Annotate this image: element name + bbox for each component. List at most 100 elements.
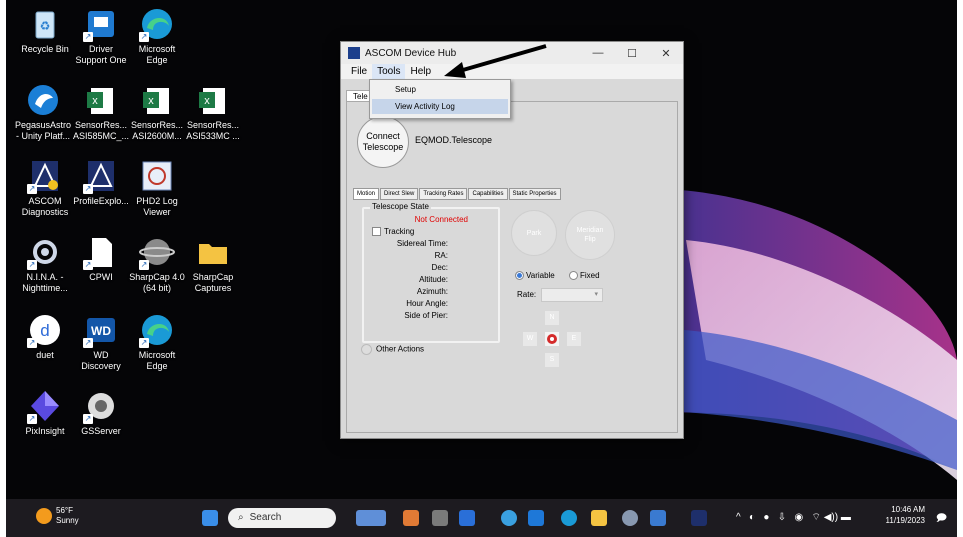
desktop-icon-driver-support[interactable]: ↗ Driver Support One xyxy=(70,6,132,66)
minimize-button[interactable]: — xyxy=(581,47,615,59)
app-icon-1[interactable] xyxy=(403,510,419,526)
desktop-icon-sensor-585[interactable]: x SensorRes... ASI585MC_... xyxy=(70,82,132,142)
rate-select[interactable]: ▾ xyxy=(541,288,603,302)
excel-icon: x xyxy=(83,82,119,118)
phd2-icon xyxy=(139,158,175,194)
taskbar: 56°F Sunny ⌕ Search ^ ◐ ● ⇩ ◉ ⌔ ◀)) ▬ 10:… xyxy=(6,499,957,537)
menu-help[interactable]: Help xyxy=(405,64,436,79)
variable-radio[interactable]: Variable xyxy=(515,271,555,281)
field-side-of-pier: Side of Pier: xyxy=(404,311,448,320)
driver-name: EQMOD.Telescope xyxy=(415,135,493,145)
subtab-tracking-rates[interactable]: Tracking Rates xyxy=(419,188,468,200)
widgets-icon[interactable] xyxy=(356,510,386,526)
desktop-icon-sharpcap[interactable]: ↗ SharpCap 4.0 (64 bit) xyxy=(126,234,188,294)
file-icon: ↗ xyxy=(83,234,119,270)
edge-icon: ↗ xyxy=(139,6,175,42)
pixinsight-icon: ↗ xyxy=(27,388,63,424)
desktop-icon-gsserver[interactable]: ↗ GSServer xyxy=(70,388,132,437)
desktop-icon-wd-discovery[interactable]: WD ↗ WD Discovery xyxy=(70,312,132,372)
other-actions-toggle[interactable]: Other Actions xyxy=(361,344,424,355)
svg-text:x: x xyxy=(92,95,98,107)
north-button[interactable]: N xyxy=(545,311,559,325)
weather-temp: 56°F xyxy=(56,506,73,515)
subtab-motion[interactable]: Motion xyxy=(353,188,380,200)
east-button[interactable]: E xyxy=(567,332,581,346)
desktop-icon-sharpcap-captures[interactable]: SharpCap Captures xyxy=(182,234,244,294)
pegasus-icon xyxy=(25,82,61,118)
wd-icon: WD ↗ xyxy=(83,312,119,348)
subtab-row: Motion Direct Slew Tracking Rates Capabilit… xyxy=(353,182,562,200)
clock-date: 11/19/2023 xyxy=(885,516,925,525)
ascom-profile-icon: ↗ xyxy=(83,158,119,194)
ascom-icon: ↗ xyxy=(27,158,63,194)
desktop-icon-edge-2[interactable]: ↗ Microsoft Edge xyxy=(126,312,188,372)
gsserver-icon: ↗ xyxy=(83,388,119,424)
system-tray[interactable]: ^ ◐ ● ⇩ ◉ ⌔ ◀)) ▬ xyxy=(736,511,851,524)
fixed-radio[interactable]: Fixed xyxy=(569,271,600,281)
annotation-arrow xyxy=(444,44,547,78)
close-button[interactable]: ✕ xyxy=(649,47,683,60)
tracking-checkbox[interactable]: Tracking xyxy=(372,227,414,237)
subtab-direct-slew[interactable]: Direct Slew xyxy=(380,188,419,200)
desktop-icon-recycle-bin[interactable]: ♻ Recycle Bin xyxy=(14,6,76,55)
park-button[interactable]: Park xyxy=(511,210,557,256)
stop-button[interactable] xyxy=(545,332,559,346)
weather-sun-icon xyxy=(36,508,52,524)
desktop-icon-cpwi[interactable]: ↗ CPWI xyxy=(70,234,132,283)
meridian-flip-button[interactable]: Meridian Flip xyxy=(565,210,615,260)
desktop-icon-pixinsight[interactable]: ↗ PixInsight xyxy=(14,388,76,437)
west-button[interactable]: W xyxy=(523,332,537,346)
menu-file[interactable]: File xyxy=(346,64,372,79)
desktop-icon-nina[interactable]: ↗ N.I.N.A. - Nighttime... xyxy=(14,234,76,294)
subtab-static-properties[interactable]: Static Properties xyxy=(508,188,561,200)
app-icon-4[interactable] xyxy=(528,510,544,526)
svg-text:x: x xyxy=(204,95,210,107)
excel-icon: x xyxy=(139,82,175,118)
connect-telescope-button[interactable]: Connect Telescope xyxy=(357,116,409,168)
desktop-icon-duet[interactable]: d ↗ duet xyxy=(14,312,76,361)
desktop-icon-ascom-diagnostics[interactable]: ↗ ASCOM Diagnostics xyxy=(14,158,76,218)
field-ra: RA: xyxy=(434,251,448,260)
clock-time: 10:46 AM xyxy=(891,505,925,514)
teams-icon[interactable] xyxy=(459,510,475,526)
driver-support-icon: ↗ xyxy=(83,6,119,42)
field-sidereal-time: Sidereal Time: xyxy=(396,239,448,248)
nina-icon: ↗ xyxy=(27,234,63,270)
expand-icon xyxy=(361,344,372,355)
subtab-capabilities[interactable]: Capabilities xyxy=(468,188,508,200)
search-box[interactable]: ⌕ Search xyxy=(228,508,336,528)
south-button[interactable]: S xyxy=(545,353,559,367)
app-icon-3[interactable] xyxy=(501,510,517,526)
desktop-icon-profile-explorer[interactable]: ↗ ProfileExplo... xyxy=(70,158,132,207)
desktop-icon-phd2[interactable]: PHD2 Log Viewer xyxy=(126,158,188,218)
ascom-app-icon xyxy=(348,47,360,59)
svg-text:d: d xyxy=(40,321,49,340)
edge-taskbar-icon[interactable] xyxy=(561,510,577,526)
start-icon[interactable] xyxy=(202,510,218,526)
stop-icon xyxy=(547,334,557,344)
field-altitude: Altitude: xyxy=(419,275,448,284)
ascom-taskbar-icon[interactable] xyxy=(691,510,707,526)
desktop-icon-edge[interactable]: ↗ Microsoft Edge xyxy=(126,6,188,66)
app-icon-6[interactable] xyxy=(650,510,666,526)
desktop-icon-sensor-533[interactable]: x SensorRes... ASI533MC ... xyxy=(182,82,244,142)
tools-dropdown: Setup View Activity Log xyxy=(369,79,511,119)
field-azimuth: Azimuth: xyxy=(416,287,448,296)
maximize-button[interactable]: ☐ xyxy=(615,47,649,60)
folder-icon xyxy=(195,234,231,270)
field-hour-angle: Hour Angle: xyxy=(406,299,448,308)
weather-desc: Sunny xyxy=(56,516,79,525)
desktop-icon-sensor-2600[interactable]: x SensorRes... ASI2600M... xyxy=(126,82,188,142)
menu-item-view-activity-log[interactable]: View Activity Log xyxy=(372,99,508,114)
svg-text:x: x xyxy=(148,95,154,107)
app-icon-2[interactable] xyxy=(432,510,448,526)
file-explorer-icon[interactable] xyxy=(591,510,607,526)
app-icon-5[interactable] xyxy=(622,510,638,526)
taskbar-clock[interactable]: 10:46 AM 11/19/2023 xyxy=(886,504,925,526)
desktop-screen: ♻ Recycle Bin ↗ Driver Support One ↗ Mic… xyxy=(6,0,957,537)
search-icon: ⌕ xyxy=(238,512,244,523)
notification-icon[interactable]: 🗩 xyxy=(936,511,947,528)
edge-icon: ↗ xyxy=(139,312,175,348)
menu-tools[interactable]: Tools xyxy=(372,64,406,79)
desktop-icon-pegasus[interactable]: PegasusAstro - Unity Platf... xyxy=(12,82,74,142)
